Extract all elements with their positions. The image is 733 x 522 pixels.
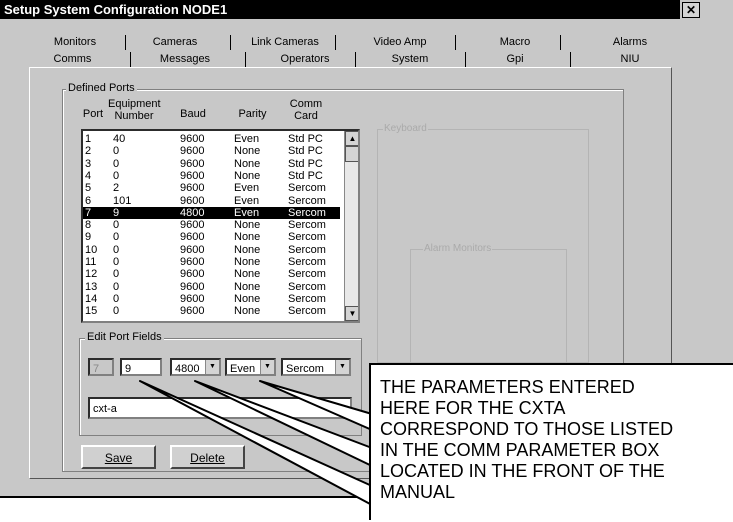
callout-line-3 — [259, 380, 373, 431]
annotation-callout: THE PARAMETERS ENTERED HERE FOR THE CXTA… — [369, 363, 733, 520]
